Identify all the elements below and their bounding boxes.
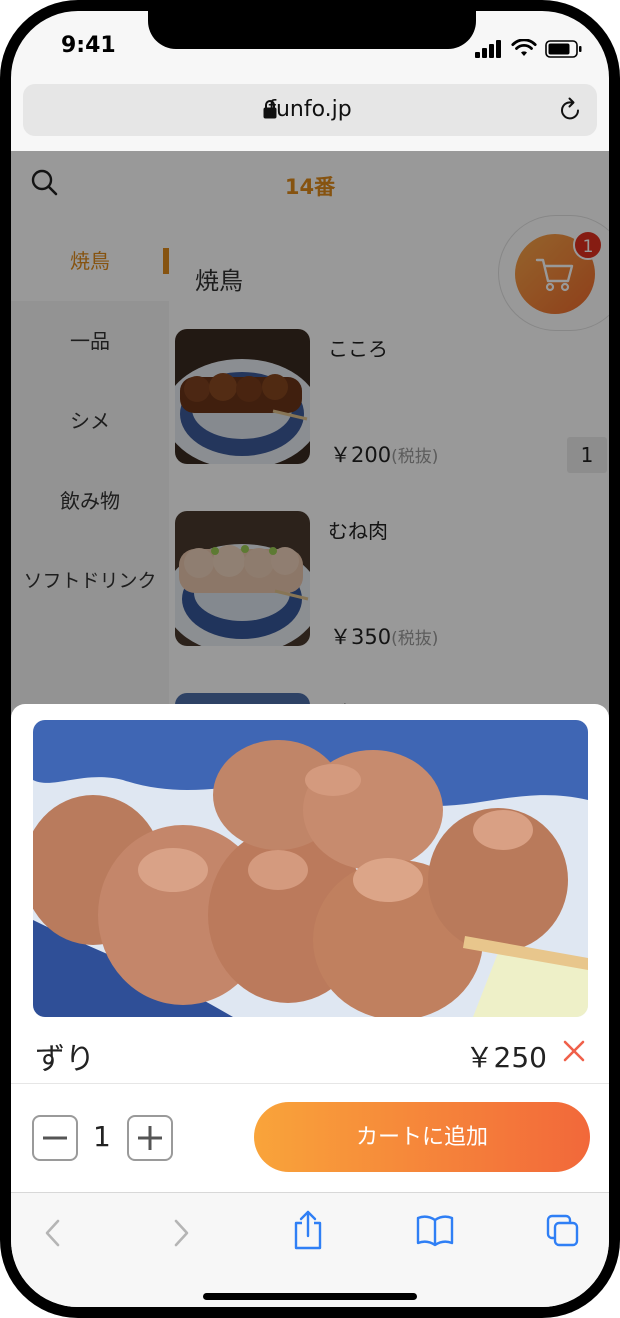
- item-detail-price: ￥250: [465, 1041, 547, 1074]
- cellular-signal-icon: [475, 39, 501, 58]
- reload-icon[interactable]: [559, 97, 583, 123]
- forward-icon[interactable]: [167, 1215, 195, 1251]
- notch: [148, 11, 476, 49]
- wifi-icon: [511, 39, 537, 56]
- url-domain: funfo.jp: [268, 97, 352, 122]
- minus-icon: [43, 1136, 67, 1140]
- add-to-cart-button[interactable]: カートに追加: [254, 1102, 590, 1172]
- share-icon[interactable]: [291, 1209, 325, 1251]
- browser-toolbar: [11, 1192, 609, 1307]
- back-icon[interactable]: [39, 1215, 67, 1251]
- phone-frame: 9:41 funfo.jp 14番 焼鳥 一品 シメ 飲み物 ソフトドリンク 焼…: [0, 0, 620, 1318]
- item-detail-name: ずり: [35, 1042, 95, 1077]
- close-icon[interactable]: [563, 1040, 585, 1062]
- quantity-decrement-button[interactable]: [32, 1115, 78, 1161]
- address-bar[interactable]: funfo.jp: [23, 84, 597, 136]
- bookmarks-icon[interactable]: [415, 1213, 455, 1247]
- status-icons: [475, 39, 583, 58]
- battery-icon: [545, 39, 582, 58]
- screen: 9:41 funfo.jp 14番 焼鳥 一品 シメ 飲み物 ソフトドリンク 焼…: [11, 11, 609, 1307]
- status-time: 9:41: [61, 33, 116, 58]
- tabs-icon[interactable]: [545, 1213, 581, 1249]
- home-indicator: [203, 1293, 417, 1300]
- item-detail-photo: [33, 720, 588, 1017]
- quantity-increment-button[interactable]: [127, 1115, 173, 1161]
- divider: [11, 1083, 609, 1084]
- quantity-value: 1: [93, 1120, 111, 1153]
- item-detail-sheet: ずり ￥250 1 カートに追加: [11, 704, 609, 1192]
- plus-icon: [138, 1126, 162, 1150]
- web-content: 14番 焼鳥 一品 シメ 飲み物 ソフトドリンク 焼鳥 こころ ￥200(税抜)…: [11, 151, 609, 1192]
